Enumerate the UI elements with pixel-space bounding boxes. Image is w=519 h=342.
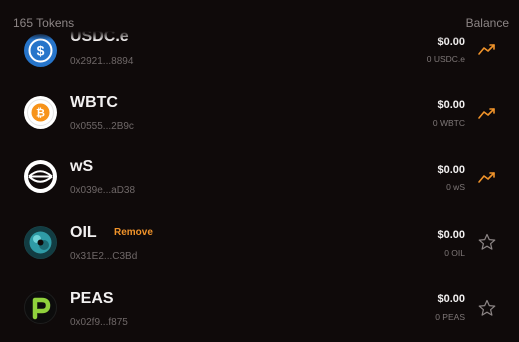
trending-icon[interactable] (476, 104, 498, 122)
svg-text:$: $ (37, 43, 45, 59)
token-symbol: OIL (70, 224, 97, 241)
wbtc-token-icon: ₿ (24, 96, 57, 129)
token-row-peas[interactable]: PEAS 0x02f9...f875 $0.00 0 PEAS (0, 278, 519, 342)
peas-token-icon (24, 291, 57, 324)
token-address: 0x0555...2B9c (70, 121, 134, 132)
token-symbol: wS (70, 158, 94, 175)
token-row-ws[interactable]: wS 0x039e...aD38 $0.00 0 wS (0, 146, 519, 210)
token-symbol: WBTC (70, 94, 118, 111)
svg-text:₿: ₿ (36, 108, 45, 120)
token-amount: 0 OIL (444, 248, 465, 258)
star-icon[interactable] (476, 233, 498, 251)
trending-icon[interactable] (476, 168, 498, 186)
token-value: $0.00 (437, 293, 465, 305)
token-row-wbtc[interactable]: ₿ WBTC 0x0555...2B9c $0.00 0 WBTC (0, 80, 519, 144)
balance-column-label[interactable]: Balance (466, 16, 509, 30)
token-amount: 0 wS (446, 182, 465, 192)
token-address: 0x02f9...f875 (70, 317, 128, 328)
token-row-oil[interactable]: OIL Remove 0x31E2...C3Bd $0.00 0 OIL (0, 212, 519, 276)
star-icon[interactable] (476, 299, 498, 317)
remove-link[interactable]: Remove (114, 227, 153, 238)
token-value: $0.00 (437, 99, 465, 111)
token-amount: 0 USDC.e (426, 54, 465, 64)
ws-token-icon (24, 160, 57, 193)
token-list: $ USDC.e 0x2921...8894 $0.00 0 USDC.e ₿ … (0, 0, 519, 342)
token-value: $0.00 (437, 164, 465, 176)
token-symbol: PEAS (70, 290, 114, 307)
token-count: 165 Tokens (13, 16, 75, 30)
oil-token-icon (24, 226, 57, 259)
token-address: 0x2921...8894 (70, 56, 134, 67)
token-amount: 0 PEAS (435, 312, 465, 322)
token-amount: 0 WBTC (432, 118, 465, 128)
token-address: 0x039e...aD38 (70, 185, 136, 196)
token-address: 0x31E2...C3Bd (70, 251, 138, 262)
token-list-header: 165 Tokens Balance (0, 0, 519, 40)
trending-icon[interactable] (476, 40, 498, 58)
token-value: $0.00 (437, 229, 465, 241)
